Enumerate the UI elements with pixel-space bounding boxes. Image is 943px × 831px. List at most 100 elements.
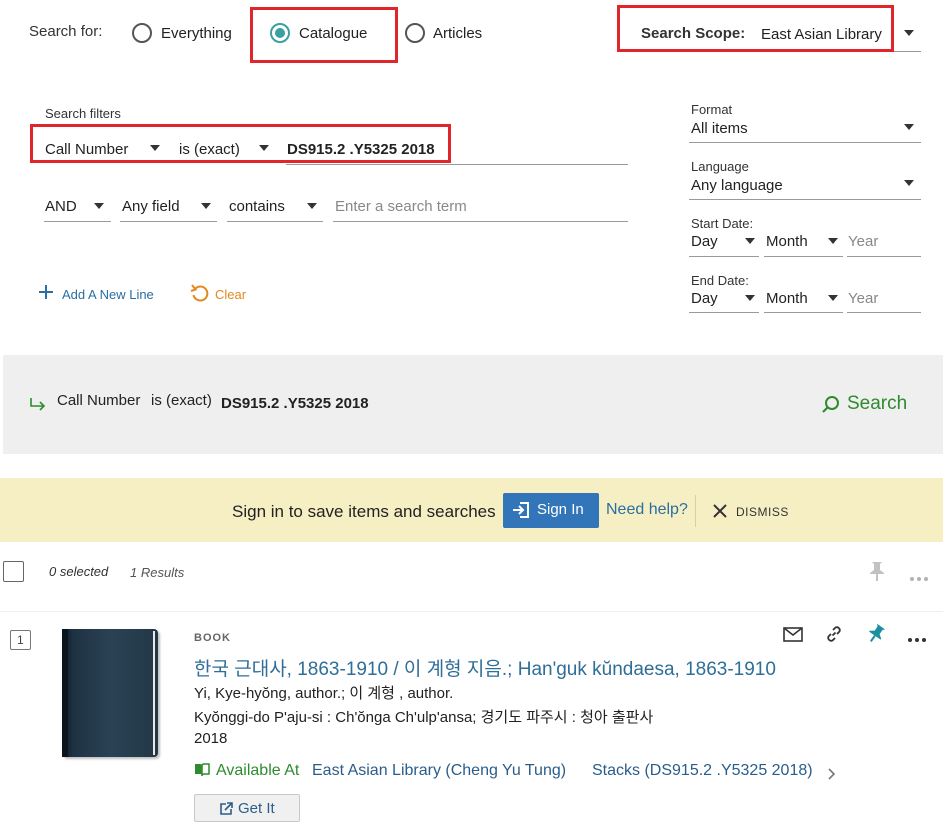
summary-operator: is (exact)	[151, 392, 212, 409]
filter-field-select[interactable]: Call Number	[44, 139, 168, 161]
start-day-value: Day	[691, 233, 718, 250]
search-term-placeholder: Enter a search term	[335, 198, 467, 215]
sign-in-icon	[512, 501, 530, 519]
availability-link[interactable]: Available At East Asian Library (Cheng Y…	[194, 761, 844, 783]
search-term-input[interactable]: Enter a search term	[333, 196, 628, 220]
boolean-operator-select[interactable]: AND	[44, 196, 111, 220]
search-for-label: Search for:	[29, 23, 103, 40]
format-select[interactable]: Format All items	[690, 102, 921, 142]
radio-everything-label: Everything	[161, 25, 232, 42]
search-filters-title: Search filters	[45, 106, 121, 121]
end-day-value: Day	[691, 290, 718, 307]
language-select[interactable]: Language Any language	[690, 159, 921, 199]
email-icon[interactable]	[783, 627, 803, 642]
filter-value-input[interactable]: DS915.2 .Y5325 2018	[286, 139, 628, 161]
start-year-underline	[847, 256, 921, 257]
result-year: 2018	[194, 730, 228, 747]
need-help-link[interactable]: Need help?	[606, 501, 688, 519]
results-count: 1 Results	[130, 565, 185, 580]
chevron-down-icon	[745, 295, 755, 301]
radio-articles[interactable]: Articles	[404, 22, 504, 46]
format-underline	[689, 142, 921, 143]
more-options-icon[interactable]	[909, 569, 929, 581]
end-month-select[interactable]: Month	[765, 288, 843, 312]
end-date-label: End Date:	[691, 273, 749, 288]
start-year-input[interactable]: Year	[847, 231, 921, 255]
filter-field-value: Call Number	[45, 141, 129, 158]
end-year-input[interactable]: Year	[847, 288, 921, 312]
availability-prefix: Available At	[216, 762, 300, 779]
add-new-line-label: Add A New Line	[62, 287, 154, 302]
start-month-underline	[764, 256, 843, 257]
result-index-number: 1	[17, 633, 24, 647]
chevron-down-icon	[904, 180, 914, 186]
language-value: Any language	[691, 177, 783, 194]
search-button[interactable]: Search	[821, 391, 911, 417]
item-more-options-icon[interactable]	[907, 630, 927, 642]
availability-stacks: Stacks (DS915.2 .Y5325 2018)	[592, 762, 813, 779]
result-author: Yi, Kye-hyŏng, author.; 이 계형 , author.	[194, 685, 454, 702]
filter-operator-select[interactable]: is (exact)	[178, 139, 275, 161]
start-date-label: Start Date:	[691, 216, 754, 231]
search-term-underline	[333, 221, 628, 222]
chevron-down-icon	[904, 124, 914, 130]
banner-text: Sign in to save items and searches	[232, 502, 496, 521]
end-day-select[interactable]: Day	[690, 288, 758, 312]
search-icon	[821, 395, 840, 414]
chevron-down-icon	[150, 145, 160, 151]
dismiss-label: DISMISS	[736, 505, 789, 519]
end-year-placeholder: Year	[848, 290, 879, 307]
pin-item-icon[interactable]	[867, 623, 886, 644]
result-title[interactable]: 한국 근대사, 1863-1910 / 이 계형 지음.; Han'guk kŭ…	[194, 654, 776, 681]
result-type: BOOK	[194, 632, 231, 644]
chevron-right-icon	[828, 767, 836, 780]
available-book-icon	[194, 763, 210, 777]
format-value: All items	[691, 120, 748, 137]
external-link-icon	[220, 802, 233, 815]
banner-divider	[695, 495, 696, 527]
book-cover-thumbnail[interactable]	[62, 629, 158, 757]
radio-articles-circle[interactable]	[405, 23, 425, 43]
search-button-label: Search	[847, 393, 908, 414]
chevron-down-icon	[307, 203, 317, 209]
row2-operator-select[interactable]: contains	[227, 196, 323, 220]
get-it-label: Get It	[238, 800, 275, 817]
chevron-down-icon	[828, 295, 838, 301]
start-month-select[interactable]: Month	[765, 231, 843, 255]
arrow-return-icon	[29, 397, 47, 411]
language-label: Language	[691, 159, 749, 174]
get-it-button[interactable]: Get It	[194, 794, 300, 822]
boolean-operator-value: AND	[45, 198, 77, 215]
radio-everything-circle[interactable]	[132, 23, 152, 43]
start-year-placeholder: Year	[848, 233, 879, 250]
start-day-select[interactable]: Day	[690, 231, 758, 255]
radio-everything[interactable]: Everything	[131, 22, 241, 46]
add-new-line-button[interactable]: Add A New Line	[38, 284, 158, 304]
search-scope-value: East Asian Library	[761, 26, 882, 43]
start-month-value: Month	[766, 233, 808, 250]
radio-articles-label: Articles	[433, 25, 483, 42]
row2-field-value: Any field	[122, 198, 180, 215]
search-scope-label: Search Scope:	[641, 25, 746, 42]
radio-catalogue[interactable]: Catalogue	[269, 22, 379, 46]
result-index: 1	[10, 630, 31, 650]
undo-icon	[190, 283, 209, 303]
end-day-underline	[689, 312, 759, 313]
chevron-down-icon	[904, 30, 914, 36]
results-divider	[0, 611, 943, 612]
search-scope-select[interactable]: Search Scope: East Asian Library	[628, 10, 921, 50]
row2-operator-value: contains	[229, 198, 285, 215]
row2-field-select[interactable]: Any field	[120, 196, 217, 220]
dismiss-button[interactable]: DISMISS	[712, 502, 792, 520]
radio-catalogue-circle[interactable]	[270, 23, 290, 43]
sign-in-button[interactable]: Sign In	[503, 493, 599, 528]
start-day-underline	[689, 256, 759, 257]
format-label: Format	[691, 102, 733, 117]
summary-field: Call Number	[57, 392, 141, 409]
permalink-icon[interactable]	[825, 625, 843, 643]
pin-icon[interactable]	[869, 561, 885, 582]
search-summary-bar: Call Number is (exact) DS915.2 .Y5325 20…	[3, 355, 943, 454]
clear-button[interactable]: Clear	[190, 283, 250, 305]
select-all-checkbox[interactable]	[3, 561, 24, 582]
row2-operator-underline	[227, 221, 323, 222]
